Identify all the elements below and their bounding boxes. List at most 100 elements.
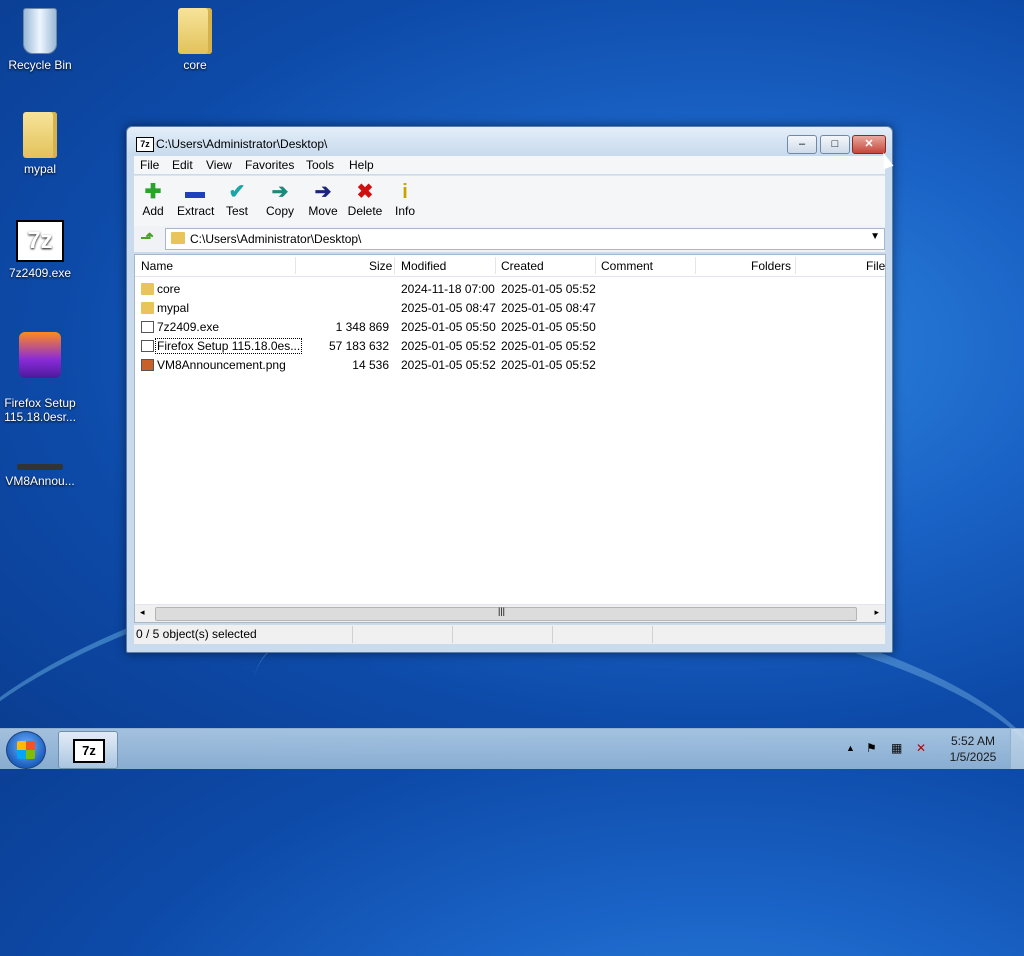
toolbar-label: Test	[226, 204, 249, 218]
menu-file[interactable]: File	[140, 158, 159, 172]
folder-icon	[171, 232, 185, 244]
column-header-created[interactable]: Created	[501, 259, 544, 273]
file-name: core	[157, 282, 181, 296]
file-name: 7z2409.exe	[157, 320, 220, 334]
info-icon: i	[402, 181, 408, 203]
column-divider[interactable]	[295, 257, 296, 274]
delete-icon: ✖	[356, 181, 374, 203]
image-file-icon	[141, 359, 154, 371]
file-name: VM8Announcement.png	[157, 358, 286, 372]
column-divider[interactable]	[695, 257, 696, 274]
desktop-icon-label: 7z2409.exe	[8, 266, 72, 280]
move-icon: ➔	[314, 181, 332, 203]
network-icon[interactable]: ▦	[891, 741, 902, 755]
file-manager-window: 7z C:\Users\Administrator\Desktop\ – □ ✕…	[126, 126, 893, 653]
column-header-files[interactable]: File	[866, 259, 885, 273]
copy-icon: ➔	[271, 181, 289, 203]
desktop-icon-core[interactable]: core	[155, 8, 235, 72]
file-size: 57 183 632	[328, 339, 389, 353]
desktop-icon-label: Firefox Setup 115.18.0esr...	[4, 396, 76, 424]
recycle-bin-icon	[23, 8, 57, 54]
executable-file-icon	[141, 340, 154, 352]
desktop-icon-recycle-bin[interactable]: Recycle Bin	[0, 8, 80, 72]
file-row[interactable]: 7z2409.exe 1 348 869 2025-01-05 05:50 20…	[135, 318, 885, 337]
menu-edit[interactable]: Edit	[172, 158, 193, 172]
status-divider	[352, 626, 353, 643]
show-hidden-icons-button[interactable]: ▲	[846, 743, 855, 753]
toolbar: ✚ Add ▬ Extract ✔ Test ➔ Copy ➔ Move ✖ D…	[134, 175, 885, 226]
test-icon: ✔	[228, 181, 246, 203]
window-title: C:\Users\Administrator\Desktop\	[156, 137, 328, 151]
file-row[interactable]: core 2024-11-18 07:00 2025-01-05 05:52	[135, 280, 885, 299]
file-size: 14 536	[352, 358, 389, 372]
move-button[interactable]: ➔ Move	[307, 180, 339, 218]
add-button[interactable]: ✚ Add	[142, 180, 164, 218]
toolbar-label: Delete	[347, 204, 383, 218]
address-input[interactable]: C:\Users\Administrator\Desktop\ ▼	[165, 228, 885, 250]
clock-time: 5:52 AM	[950, 734, 996, 748]
folder-icon	[141, 283, 154, 295]
folder-icon	[178, 8, 212, 54]
scroll-right-icon[interactable]: ▸	[874, 607, 879, 618]
close-button[interactable]: ✕	[852, 135, 886, 154]
desktop-icon-7z2409[interactable]: 7z 7z2409.exe	[0, 220, 80, 280]
file-row[interactable]: mypal 2025-01-05 08:47 2025-01-05 08:47	[135, 299, 885, 318]
desktop-icon-firefox-setup[interactable]: Firefox Setup 115.18.0esr...	[0, 318, 80, 424]
desktop-icon-label: Recycle Bin	[8, 58, 72, 72]
scrollbar-thumb[interactable]: |||	[155, 606, 857, 621]
taskbar-button-7zip[interactable]: 7z	[58, 731, 118, 769]
taskbar: 7z ▲ ⚑ ▦ ✕ 5:52 AM 1/5/2025	[0, 728, 1024, 769]
file-row[interactable]: Firefox Setup 115.18.0es... 57 183 632 2…	[135, 337, 885, 356]
action-center-flag-icon[interactable]: ⚑	[866, 741, 877, 755]
copy-button[interactable]: ➔ Copy	[265, 180, 295, 218]
column-header-comment[interactable]: Comment	[601, 259, 653, 273]
file-name: Firefox Setup 115.18.0es...	[154, 338, 303, 354]
maximize-button[interactable]: □	[820, 135, 850, 154]
file-row[interactable]: VM8Announcement.png 14 536 2025-01-05 05…	[135, 356, 885, 375]
folder-icon	[141, 302, 154, 314]
chevron-down-icon[interactable]: ▼	[870, 231, 880, 242]
address-bar: ⬏ C:\Users\Administrator\Desktop\ ▼	[134, 226, 885, 252]
desktop-icon-mypal[interactable]: mypal	[0, 112, 80, 176]
window-titlebar[interactable]: 7z C:\Users\Administrator\Desktop\ – □ ✕	[127, 127, 892, 157]
horizontal-scrollbar[interactable]: ◂ ||| ▸	[135, 604, 885, 622]
toolbar-label: Move	[308, 204, 338, 218]
menu-help[interactable]: Help	[349, 158, 374, 172]
start-button[interactable]	[6, 731, 46, 769]
test-button[interactable]: ✔ Test	[226, 180, 248, 218]
scroll-left-icon[interactable]: ◂	[140, 607, 145, 618]
column-header-name[interactable]: Name	[141, 259, 173, 273]
minimize-button[interactable]: –	[787, 135, 817, 154]
volume-muted-icon[interactable]: ✕	[916, 741, 926, 755]
folder-up-button[interactable]: ⬏	[138, 230, 156, 248]
file-name: mypal	[157, 301, 190, 315]
status-divider	[452, 626, 453, 643]
image-file-icon	[17, 464, 63, 470]
show-desktop-button[interactable]	[1010, 729, 1024, 769]
toolbar-label: Copy	[265, 204, 294, 218]
desktop-icon-vm8announcement[interactable]: VM8Annou...	[0, 440, 80, 488]
7zip-icon: 7z	[73, 739, 105, 763]
system-clock[interactable]: 5:52 AM 1/5/2025	[944, 733, 1002, 765]
info-button[interactable]: i Info	[394, 180, 416, 218]
add-icon: ✚	[144, 181, 162, 203]
menu-favorites[interactable]: Favorites	[245, 158, 294, 172]
column-header-modified[interactable]: Modified	[401, 259, 446, 273]
file-modified: 2024-11-18 07:00	[401, 282, 495, 296]
column-header-folders[interactable]: Folders	[751, 259, 791, 273]
column-divider[interactable]	[595, 257, 596, 274]
menu-tools[interactable]: Tools	[306, 158, 334, 172]
address-path: C:\Users\Administrator\Desktop\	[190, 232, 362, 246]
windows-logo-icon	[17, 741, 35, 759]
column-header-size[interactable]: Size	[369, 259, 392, 273]
column-divider[interactable]	[394, 257, 395, 274]
delete-button[interactable]: ✖ Delete	[347, 180, 383, 218]
toolbar-label: Extract	[177, 204, 215, 218]
grip-icon: |||	[498, 606, 506, 616]
column-divider[interactable]	[495, 257, 496, 274]
column-divider[interactable]	[795, 257, 796, 274]
extract-button[interactable]: ▬ Extract	[177, 180, 215, 218]
7zip-icon: 7z	[16, 220, 64, 262]
file-list: Name Size Modified Created Comment Folde…	[134, 254, 886, 623]
menu-view[interactable]: View	[206, 158, 232, 172]
